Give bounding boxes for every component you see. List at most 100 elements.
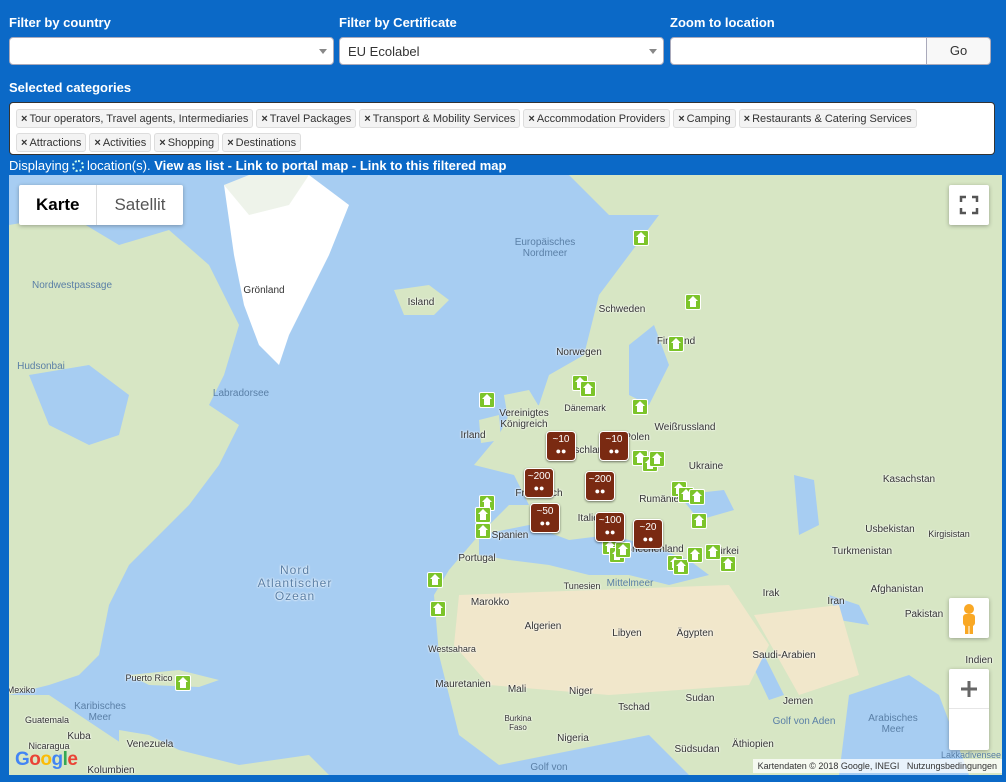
map-label: Guatemala [24, 715, 70, 725]
map-label: Schweden [598, 304, 646, 315]
map-label: Algerien [524, 621, 562, 632]
certificate-select[interactable]: EU Ecolabel [339, 37, 664, 65]
close-icon[interactable]: × [364, 113, 370, 125]
cluster-count: ~100 [598, 515, 622, 526]
zoom-out-button[interactable] [949, 687, 989, 749]
cluster-count: ~200 [527, 471, 551, 482]
sea-label: Nordwestpassage [31, 280, 113, 291]
category-chip[interactable]: × Activities [89, 133, 152, 152]
location-marker[interactable] [687, 547, 703, 563]
map-label: Island [407, 297, 435, 308]
location-marker[interactable] [720, 556, 736, 572]
map-label: Irland [460, 430, 486, 441]
map-label: Dänemark [564, 403, 606, 413]
cluster-marker[interactable]: ~200 ●● [524, 468, 554, 498]
location-marker[interactable] [649, 451, 665, 467]
zoom-location-label: Zoom to location [670, 15, 775, 30]
fullscreen-button[interactable] [949, 185, 989, 225]
country-filter-label: Filter by country [9, 15, 111, 30]
category-chip-label: Restaurants & Catering Services [752, 113, 912, 125]
category-chip[interactable]: × Attractions [16, 133, 87, 152]
zoom-controls [949, 669, 989, 750]
close-icon[interactable]: × [94, 137, 100, 149]
location-marker[interactable] [430, 601, 446, 617]
country-select[interactable] [9, 37, 334, 65]
location-marker[interactable] [691, 513, 707, 529]
close-icon[interactable]: × [744, 113, 750, 125]
terms-link[interactable]: Nutzungsbedingungen [907, 761, 997, 771]
attribution-text: Kartendaten © 2018 Google, INEGI [757, 761, 900, 771]
category-chip[interactable]: × Shopping [154, 133, 220, 152]
category-chip[interactable]: × Accommodation Providers [523, 109, 671, 128]
map-label: Portugal [458, 553, 496, 564]
separator: - [224, 158, 236, 173]
map-label: Marokko [470, 597, 510, 608]
status-prefix: Displaying [9, 158, 69, 173]
location-marker[interactable] [580, 381, 596, 397]
location-marker[interactable] [632, 399, 648, 415]
go-button[interactable]: Go [926, 37, 991, 65]
sea-label: Labradorsee [212, 388, 270, 399]
map-label: Venezuela [126, 739, 174, 750]
sea-label: Golf von [530, 762, 568, 773]
category-chip[interactable]: × Tour operators, Travel agents, Intermed… [16, 109, 254, 128]
cluster-marker[interactable]: ~200 ●● [585, 471, 615, 501]
cluster-marker[interactable]: ~10 ●● [599, 431, 629, 461]
category-chip[interactable]: × Restaurants & Catering Services [738, 109, 917, 128]
map-label: Saudi-Arabien [752, 650, 816, 661]
map-type-satellite[interactable]: Satellit [97, 185, 182, 225]
map-label: Ägypten [676, 628, 714, 639]
map-label: Turkmenistan [831, 546, 893, 557]
cluster-marker[interactable]: ~10 ●● [546, 431, 576, 461]
close-icon[interactable]: × [21, 137, 27, 149]
map-label: Mauretanien [435, 679, 491, 690]
map-label: Mexiko [9, 685, 36, 695]
close-icon[interactable]: × [528, 113, 534, 125]
close-icon[interactable]: × [678, 113, 684, 125]
close-icon[interactable]: × [159, 137, 165, 149]
category-chip-label: Tour operators, Travel agents, Intermedi… [29, 113, 249, 125]
close-icon[interactable]: × [21, 113, 27, 125]
location-marker[interactable] [689, 489, 705, 505]
location-marker[interactable] [175, 675, 191, 691]
location-marker[interactable] [633, 230, 649, 246]
map-label: Puerto Rico [125, 673, 173, 683]
street-view-pegman[interactable] [949, 598, 989, 638]
map-label: Vereinigtes Königreich [499, 408, 549, 430]
cluster-marker[interactable]: ~100 ●● [595, 512, 625, 542]
location-marker[interactable] [427, 572, 443, 588]
location-marker[interactable] [668, 336, 684, 352]
zoom-location-input[interactable] [670, 37, 927, 65]
cluster-marker[interactable]: ~50 ●● [530, 503, 560, 533]
portal-map-link[interactable]: Link to portal map [236, 158, 349, 173]
close-icon[interactable]: × [227, 137, 233, 149]
category-chip[interactable]: × Destinations [222, 133, 302, 152]
category-chip-label: Accommodation Providers [536, 113, 666, 125]
location-marker[interactable] [705, 544, 721, 560]
cluster-count: ~10 [552, 434, 570, 445]
close-icon[interactable]: × [261, 113, 267, 125]
category-chip-label: Camping [686, 113, 731, 125]
map-attribution: Kartendaten © 2018 Google, INEGI Nutzung… [752, 759, 1002, 773]
map-canvas[interactable]: Karte Satellit Grönland Island Norwegen … [9, 175, 1002, 775]
category-chip-label: Activities [102, 137, 147, 149]
filtered-map-link[interactable]: Link to this filtered map [360, 158, 507, 173]
category-chip[interactable]: × Travel Packages [256, 109, 357, 128]
location-marker[interactable] [479, 392, 495, 408]
location-marker[interactable] [685, 294, 701, 310]
location-marker[interactable] [475, 523, 491, 539]
cluster-icon: ●● [604, 527, 616, 537]
map-type-karte[interactable]: Karte [19, 185, 98, 225]
location-marker[interactable] [615, 542, 631, 558]
map-label: Usbekistan [865, 524, 915, 535]
view-as-list-link[interactable]: View as list [154, 158, 224, 173]
category-chip[interactable]: × Transport & Mobility Services [359, 109, 521, 128]
loading-spinner-icon [71, 160, 84, 172]
map-label: Weißrussland [654, 422, 716, 433]
location-marker[interactable] [475, 507, 491, 523]
map-type-toggle[interactable]: Karte Satellit [19, 185, 183, 225]
cluster-count: ~200 [588, 474, 612, 485]
cluster-marker[interactable]: ~20 ●● [633, 519, 663, 549]
selected-categories-box[interactable]: × Tour operators, Travel agents, Intermed… [9, 102, 995, 155]
category-chip[interactable]: × Camping [673, 109, 736, 128]
